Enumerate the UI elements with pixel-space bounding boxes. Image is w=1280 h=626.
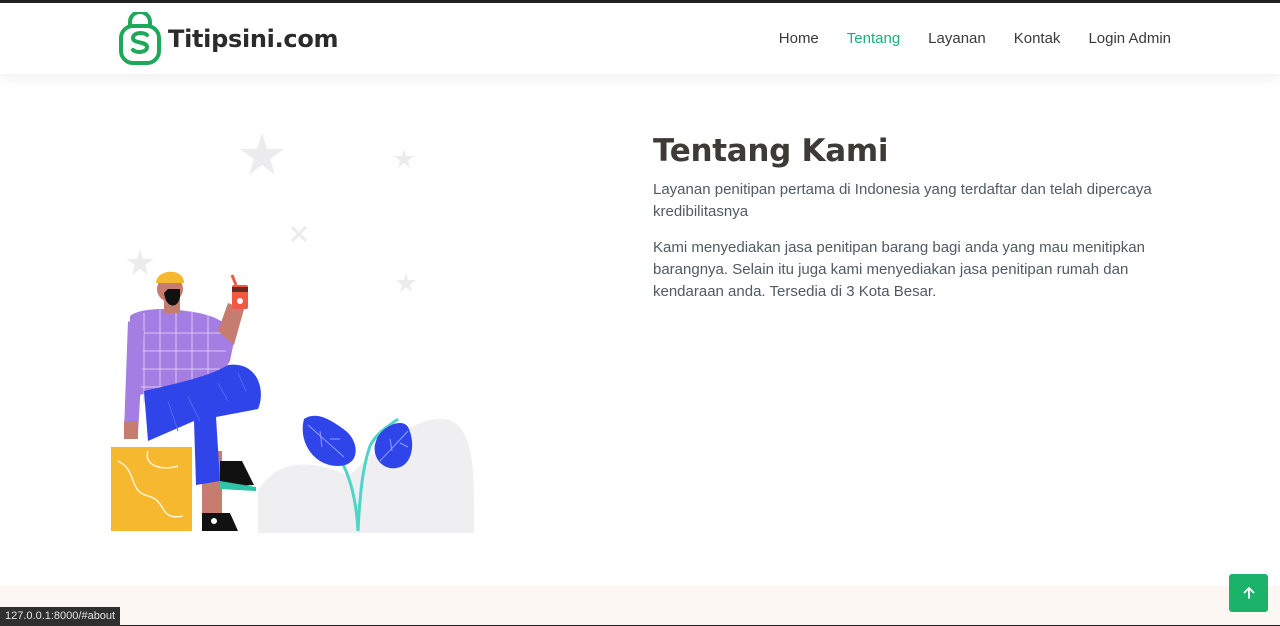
next-section-band	[0, 586, 1280, 626]
nav-kontak[interactable]: Kontak	[1014, 30, 1061, 47]
about-illustration	[111, 133, 474, 533]
back-to-top-button[interactable]	[1229, 574, 1268, 612]
nav-tentang[interactable]: Tentang	[847, 30, 900, 47]
nav-layanan[interactable]: Layanan	[928, 30, 986, 47]
arrow-up-icon	[1243, 587, 1254, 599]
about-intro: Layanan penitipan pertama di Indonesia y…	[653, 181, 1152, 220]
status-bar-url: 127.0.0.1:8000/#about	[0, 607, 121, 626]
about-section: Tentang Kami Layanan penitipan pertama d…	[653, 133, 1173, 317]
nav-home[interactable]: Home	[779, 30, 819, 47]
about-description: Kami menyediakan jasa penitipan barang b…	[653, 239, 1145, 300]
brand-name: Titipsini.com	[168, 25, 339, 53]
site-header: Titipsini.com Home Tentang Layanan Konta…	[0, 3, 1280, 74]
nav-login-admin[interactable]: Login Admin	[1088, 30, 1171, 47]
logo-icon	[119, 12, 161, 65]
about-title: Tentang Kami	[653, 133, 889, 169]
main-nav: Home Tentang Layanan Kontak Login Admin	[751, 30, 1171, 47]
brand-logo[interactable]: Titipsini.com	[118, 12, 339, 66]
